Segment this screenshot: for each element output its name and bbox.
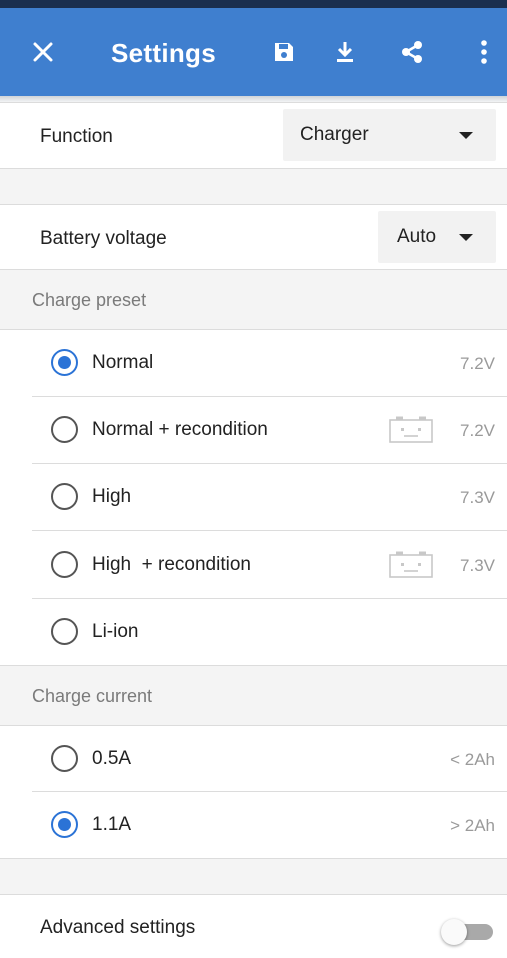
toggle-knob	[441, 919, 467, 945]
option-label: 0.5A	[92, 748, 132, 769]
option-label: Normal + recondition	[92, 419, 268, 440]
preset-option-normal[interactable]: Normal 7.2V	[0, 330, 507, 396]
battery-voltage-value: Auto	[397, 226, 437, 247]
battery-recondition-icon	[389, 551, 433, 578]
more-vert-icon[interactable]	[466, 34, 502, 70]
section-title: Charge preset	[32, 290, 147, 310]
option-label: Li-ion	[92, 621, 139, 642]
radio-icon[interactable]	[51, 483, 78, 510]
option-label: High + recondition	[92, 554, 251, 575]
share-icon[interactable]	[394, 34, 430, 70]
charge-preset-header: Charge preset	[0, 270, 507, 329]
preset-option-li-ion[interactable]: Li-ion	[0, 599, 507, 665]
function-row: Function Charger	[0, 103, 507, 168]
radio-icon[interactable]	[51, 551, 78, 578]
radio-icon[interactable]	[51, 745, 78, 772]
option-value: > 2Ah	[450, 816, 495, 835]
advanced-settings-label: Advanced settings	[40, 917, 196, 938]
section-title: Charge current	[32, 686, 153, 706]
battery-recondition-icon	[389, 416, 433, 443]
function-select[interactable]: Charger	[283, 109, 496, 161]
radio-icon[interactable]	[51, 618, 78, 645]
advanced-settings-row[interactable]: Advanced settings	[0, 895, 507, 958]
radio-selected-icon[interactable]	[51, 811, 78, 838]
function-label: Function	[40, 126, 113, 147]
battery-voltage-label: Battery voltage	[40, 228, 167, 249]
save-icon[interactable]	[266, 34, 302, 70]
battery-voltage-row: Battery voltage Auto	[0, 205, 507, 269]
page-title: Settings	[111, 38, 216, 68]
current-option-1-1a[interactable]: 1.1A > 2Ah	[0, 792, 507, 858]
current-option-0-5a[interactable]: 0.5A < 2Ah	[0, 726, 507, 791]
preset-option-high-recondition[interactable]: High + recondition 7.3V	[0, 531, 507, 598]
option-label: 1.1A	[92, 814, 132, 835]
charge-current-header: Charge current	[0, 666, 507, 725]
option-label: High	[92, 486, 132, 507]
close-icon[interactable]	[25, 34, 61, 70]
radio-selected-icon[interactable]	[51, 349, 78, 376]
download-icon[interactable]	[327, 34, 363, 70]
chevron-down-icon	[459, 234, 473, 241]
option-value: < 2Ah	[450, 750, 495, 769]
battery-voltage-select[interactable]: Auto	[378, 211, 496, 263]
function-value: Charger	[300, 124, 369, 145]
preset-option-normal-recondition[interactable]: Normal + recondition 7.2V	[0, 397, 507, 463]
advanced-settings-toggle[interactable]	[441, 919, 497, 945]
option-value: 7.3V	[460, 556, 495, 575]
option-value: 7.3V	[460, 488, 495, 507]
chevron-down-icon	[459, 132, 473, 139]
option-label: Normal	[92, 352, 154, 373]
app-bar: Settings	[0, 0, 507, 96]
spacer	[0, 169, 507, 204]
option-value: 7.2V	[460, 354, 495, 373]
spacer	[0, 859, 507, 894]
preset-option-high[interactable]: High 7.3V	[0, 464, 507, 530]
option-value: 7.2V	[460, 421, 495, 440]
radio-icon[interactable]	[51, 416, 78, 443]
